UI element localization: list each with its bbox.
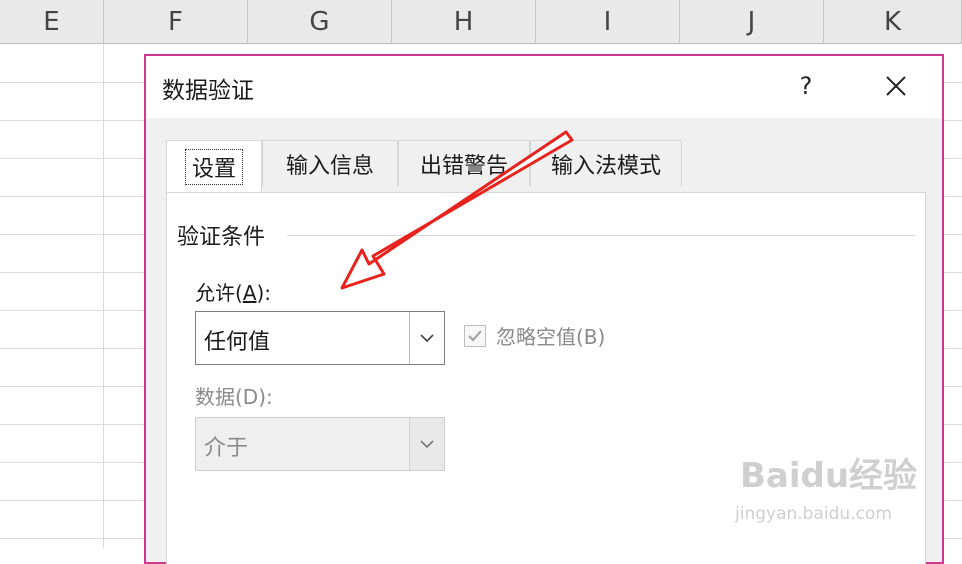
- tab-settings[interactable]: 设置: [166, 140, 262, 192]
- divider: [287, 235, 915, 236]
- checkbox-box[interactable]: [464, 324, 486, 347]
- ignore-blank-label: 忽略空值(B): [496, 325, 606, 349]
- tab-ime-mode[interactable]: 输入法模式: [530, 140, 682, 186]
- tab-label: 出错警告: [419, 153, 508, 179]
- column-header-h[interactable]: H: [392, 0, 536, 44]
- column-header-row: E F G H I J K: [0, 0, 962, 44]
- allow-label-hotkey: A: [242, 281, 257, 305]
- allow-label-text-end: ):: [256, 281, 272, 305]
- column-header-k[interactable]: K: [824, 0, 962, 44]
- baidu-watermark-logo: Baidu经验: [740, 456, 918, 496]
- dropdown-button[interactable]: [409, 418, 444, 470]
- checkmark-icon: [468, 329, 482, 341]
- close-icon: [886, 76, 906, 96]
- column-label: G: [309, 7, 330, 37]
- tab-error-alert[interactable]: 出错警告: [398, 140, 530, 186]
- column-header-f[interactable]: F: [104, 0, 248, 44]
- column-label: K: [883, 7, 902, 37]
- column-header-i[interactable]: I: [536, 0, 680, 44]
- validation-criteria-heading: 验证条件: [177, 225, 266, 250]
- data-select-value: 介于: [204, 436, 249, 461]
- tab-label: 设置: [184, 148, 243, 185]
- ignore-blank-checkbox[interactable]: 忽略空值(B): [464, 321, 605, 350]
- column-label: H: [453, 7, 474, 37]
- allow-select[interactable]: 任何值: [195, 311, 445, 365]
- chevron-down-icon: [420, 334, 434, 343]
- column-label: F: [168, 7, 183, 37]
- dialog-title: 数据验证: [162, 78, 254, 104]
- column-label: E: [43, 7, 60, 37]
- column-header-j[interactable]: J: [680, 0, 824, 44]
- column-header-g[interactable]: G: [248, 0, 392, 44]
- dropdown-button[interactable]: [409, 312, 444, 364]
- column-label: I: [603, 7, 612, 37]
- tab-input-message[interactable]: 输入信息: [262, 140, 398, 186]
- baidu-watermark-url: jingyan.baidu.com: [735, 504, 892, 524]
- column-label: J: [747, 7, 756, 37]
- tab-label: 输入信息: [285, 153, 374, 179]
- help-button[interactable]: ?: [786, 62, 826, 110]
- dialog-titlebar[interactable]: 数据验证 ?: [146, 56, 942, 118]
- data-select[interactable]: 介于: [195, 417, 445, 471]
- data-label: 数据(D):: [195, 385, 273, 409]
- allow-label-text: 允许(: [195, 281, 243, 305]
- tab-label: 输入法模式: [550, 153, 661, 179]
- allow-select-value: 任何值: [204, 330, 271, 355]
- column-header-e[interactable]: E: [0, 0, 104, 44]
- chevron-down-icon: [420, 440, 434, 449]
- close-button[interactable]: [872, 62, 920, 110]
- allow-label: 允许(A):: [195, 277, 271, 306]
